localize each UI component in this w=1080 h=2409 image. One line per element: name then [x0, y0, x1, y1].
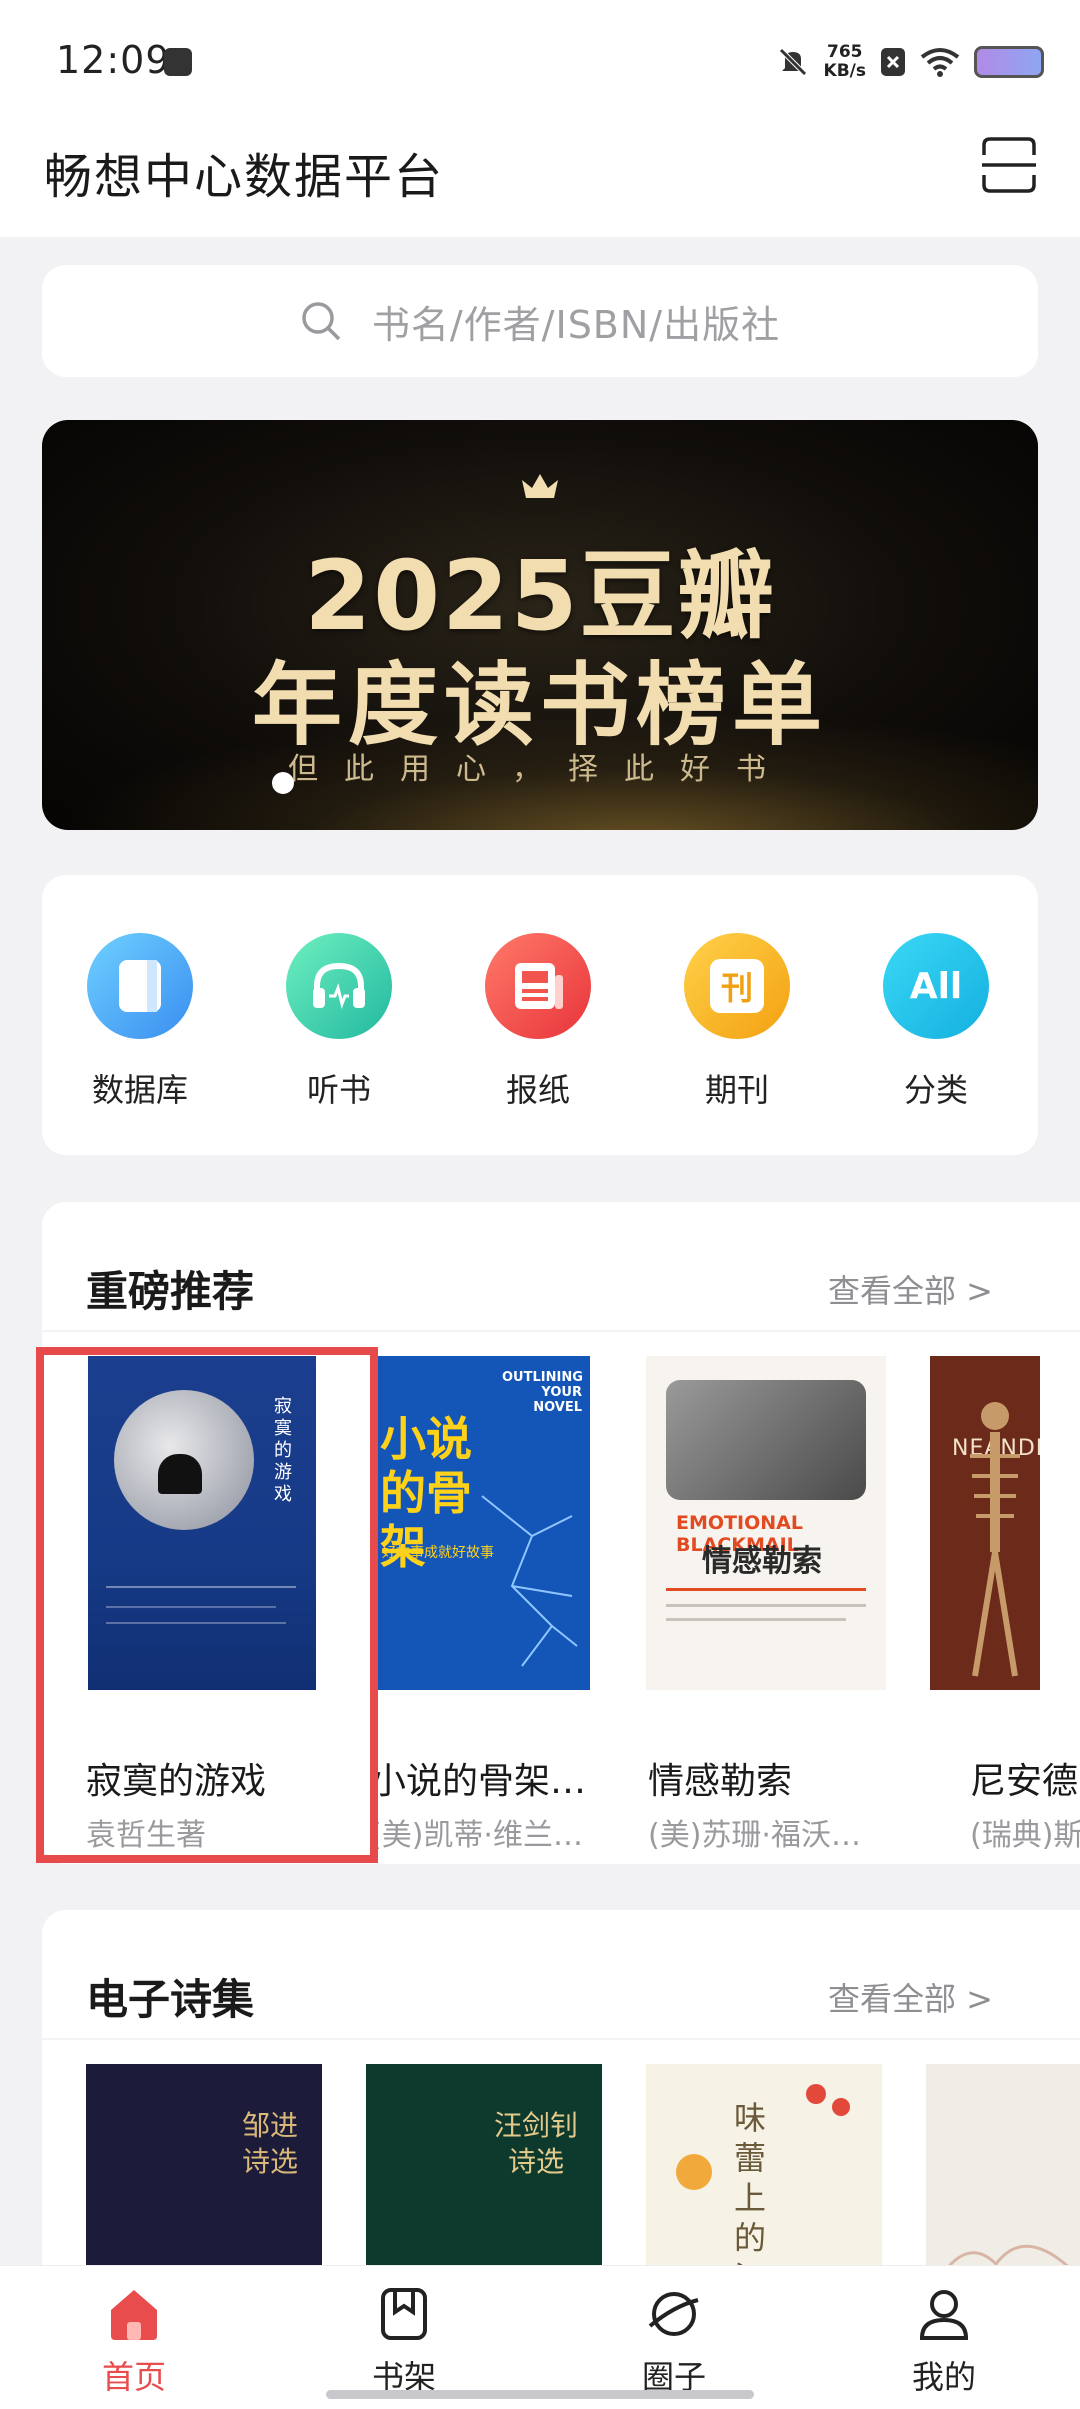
profile-icon: [919, 2290, 969, 2340]
category-audiobook[interactable]: 听书: [259, 933, 419, 1111]
scan-icon[interactable]: [982, 137, 1036, 193]
banner-title-2: 年度读书榜单: [252, 653, 828, 758]
network-speed: 765 KB/s: [823, 42, 866, 81]
category-newspaper[interactable]: 报纸: [458, 933, 618, 1111]
status-time: 12:09: [56, 38, 171, 82]
sim-off-icon: [881, 48, 905, 76]
book-title: 小说的骨架…: [370, 1761, 587, 1802]
promo-banner[interactable]: 2025豆瓣 年度读书榜单 但此用心，择此好书: [42, 420, 1038, 830]
book-author: (美)凯蒂·维兰…: [370, 1818, 583, 1853]
book-cover: NEANDE: [930, 1356, 1040, 1690]
nav-home[interactable]: 首页: [64, 2286, 204, 2398]
category-shortcuts: 数据库 听书 报纸 刊 期刊 All 分类: [42, 875, 1038, 1155]
mute-icon: [778, 48, 807, 76]
selection-highlight: [36, 1347, 378, 1863]
view-all-link[interactable]: 查看全部 >: [828, 1266, 993, 1312]
planet-icon: [648, 2292, 699, 2336]
bottom-nav: 首页 书架 圈子 我的: [0, 2265, 1080, 2409]
book-author: (瑞典)斯: [970, 1818, 1080, 1853]
carousel-indicator[interactable]: [272, 772, 294, 794]
nav-profile[interactable]: 我的: [874, 2286, 1014, 2398]
section-title: 重磅推荐: [86, 1267, 255, 1316]
nav-circle[interactable]: 圈子: [604, 2286, 744, 2398]
section-divider: [42, 1330, 1080, 1332]
home-icon: [111, 2290, 157, 2340]
category-database[interactable]: 数据库: [60, 933, 220, 1111]
search-placeholder: 书名/作者/ISBN/出版社: [371, 302, 781, 347]
crown-icon: [522, 474, 558, 498]
search-icon: [302, 302, 341, 341]
section-title: 电子诗集: [86, 1975, 255, 2024]
category-icon: All: [883, 933, 989, 1039]
book-cover: EMOTIONAL BLACKMAIL 情感勒索: [646, 1356, 886, 1690]
nav-bookshelf[interactable]: 书架: [334, 2286, 474, 2398]
book-cover: OUTLINING YOUR NOVEL 小说的骨架 好故事成就好故事: [372, 1356, 590, 1690]
book-title: 尼安德: [970, 1761, 1079, 1802]
journal-icon: 刊: [684, 933, 790, 1039]
status-bar: 12:09 765 KB/s: [0, 0, 1080, 125]
bookshelf-icon: [381, 2288, 427, 2340]
battery-icon: [974, 46, 1044, 78]
book-title: 情感勒索: [648, 1761, 793, 1802]
category-journal[interactable]: 刊 期刊: [657, 933, 817, 1111]
newspaper-icon: [485, 933, 591, 1039]
poetry-section: 电子诗集 查看全部 > 邹进 诗选 汪剑钊 诗选 味蕾上的江南: [42, 1910, 1080, 2310]
gesture-bar[interactable]: [326, 2390, 754, 2399]
database-icon: [87, 933, 193, 1039]
view-all-link[interactable]: 查看全部 >: [828, 1974, 993, 2020]
headphones-icon: [286, 933, 392, 1039]
message-notification-icon: [164, 48, 192, 76]
app-title: 畅想中心数据平台: [44, 149, 445, 205]
book-author: (美)苏珊·福沃…: [648, 1818, 861, 1853]
section-divider: [42, 2038, 1080, 2040]
status-indicators: 765 KB/s: [776, 42, 1044, 82]
banner-subtitle: 但此用心，择此好书: [288, 752, 792, 787]
category-all[interactable]: All 分类: [856, 933, 1016, 1111]
app-header: 畅想中心数据平台: [0, 125, 1080, 237]
wifi-icon: [920, 48, 960, 77]
search-bar[interactable]: 书名/作者/ISBN/出版社: [42, 265, 1038, 377]
